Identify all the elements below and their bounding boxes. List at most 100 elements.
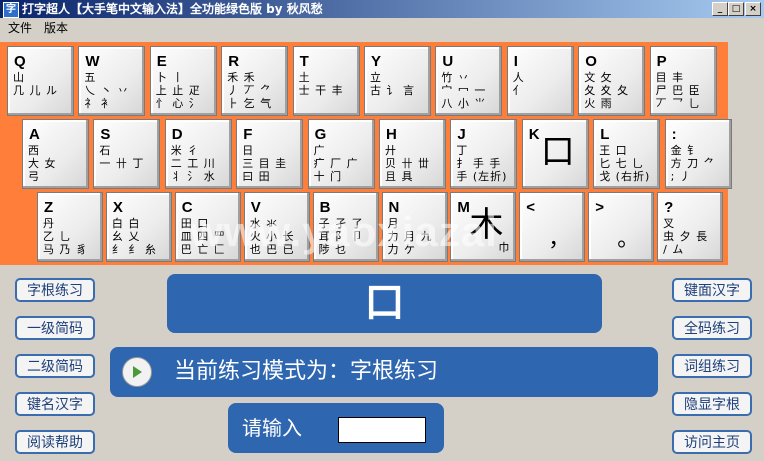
key-letter: O xyxy=(585,53,597,70)
key-row3-6[interactable]: M木巾 xyxy=(450,192,517,262)
key-letter: > xyxy=(595,199,604,216)
key-row1-3[interactable]: R禾 禾 丿 丆 ⺈ ⺊ 乞 气 xyxy=(221,46,289,116)
key-roots: 山 几 儿 ル xyxy=(13,71,58,97)
key-roots: 西 大 女 弓 xyxy=(28,144,57,183)
key-roots: 日 三 目 圭 曰 田 xyxy=(242,144,288,183)
key-roots: 目 丰 尸 巴 臣 丆 乛 ⺃ xyxy=(655,71,701,110)
key-row2-4[interactable]: G广 疒 厂 广 十 门 xyxy=(307,119,375,189)
key-row2-3[interactable]: F日 三 目 圭 曰 田 xyxy=(236,119,304,189)
right-button-0[interactable]: 键面汉字 xyxy=(672,278,752,302)
left-button-3[interactable]: 键名汉字 xyxy=(15,392,95,416)
key-letter: W xyxy=(85,53,100,70)
key-row1-8[interactable]: O文 攵 夂 夊 夂 火 雨 xyxy=(578,46,646,116)
mode-text: 当前练习模式为：字根练习 xyxy=(174,359,439,384)
key-roots: 田 口 皿 四 罒 巴 亡 匚 xyxy=(180,217,226,256)
key-roots: 人 亻 xyxy=(512,71,525,97)
key-letter: I xyxy=(513,53,518,70)
left-button-4[interactable]: 阅读帮助 xyxy=(15,430,95,454)
right-button-3[interactable]: 隐显字根 xyxy=(672,392,752,416)
close-button[interactable]: × xyxy=(745,2,761,16)
key-letter: Q xyxy=(14,53,26,70)
key-roots: 广 疒 厂 广 十 门 xyxy=(313,144,359,183)
key-row2-5[interactable]: H廾 贝 卄 丗 且 具 xyxy=(379,119,446,189)
key-letter: G xyxy=(314,126,327,143)
answer-input[interactable] xyxy=(338,417,426,443)
key-row3-7[interactable]: <， xyxy=(519,192,586,262)
key-letter: Z xyxy=(44,199,54,216)
key-roots: 月 力 月 九 力 ケ xyxy=(387,217,433,256)
app-icon: 字 xyxy=(3,2,19,18)
key-row3-9[interactable]: ? 叉 虫 夕 長 / ム xyxy=(657,192,724,262)
key-roots: 廾 贝 卄 丗 且 具 xyxy=(385,144,430,183)
keyboard-panel: Q山 几 儿 ルW五 乀 丶 丷 礻 衤E卜 丨 上 止 疋 忄 心 氵R禾 禾… xyxy=(0,42,732,265)
title-bar: 字 打字超人【大手笔中文输入法】全功能绿色版 by 秋风愁 _ □ × xyxy=(0,0,764,18)
key-roots: 竹 丷 宀 冖 一 八 小 ⺌ xyxy=(441,71,487,110)
key-letter: V xyxy=(250,199,261,216)
key-row2-1[interactable]: S石 一 卄 丁 xyxy=(93,119,161,189)
menu-file[interactable]: 文件 xyxy=(4,18,36,38)
key-letter: : xyxy=(671,126,677,143)
key-roots: 米 彳 二 工 川 丬 氵 水 xyxy=(170,144,216,183)
key-row3-0[interactable]: Z丹 乙 乚 马 乃 豸 xyxy=(37,192,103,262)
key-row1-2[interactable]: E卜 丨 上 止 疋 忄 心 氵 xyxy=(149,46,217,116)
menu-version[interactable]: 版本 xyxy=(40,18,72,38)
key-big-root: 口 xyxy=(540,132,575,172)
key-small-root: 巾 xyxy=(498,241,510,254)
key-letter: J xyxy=(457,126,466,143)
mode-panel: 当前练习模式为：字根练习 xyxy=(110,347,658,397)
key-row2-9[interactable]: :金 钅 方 刀 ⺈ ; 丿 xyxy=(664,119,732,189)
right-button-1[interactable]: 全码练习 xyxy=(672,316,752,340)
key-row1-4[interactable]: T土 士 干 丰 xyxy=(292,46,360,116)
key-roots: 立 古 讠 言 xyxy=(370,71,415,97)
key-row1-0[interactable]: Q山 几 儿 ル xyxy=(7,46,74,116)
key-row1-9[interactable]: P目 丰 尸 巴 臣 丆 乛 ⺃ xyxy=(649,46,717,116)
window-title: 打字超人【大手笔中文输入法】全功能绿色版 by 秋风愁 xyxy=(22,2,323,16)
key-row3-4[interactable]: B子 孑 了 耳 阝 卩 陟 乜 xyxy=(312,192,379,262)
key-row1-1[interactable]: W五 乀 丶 丷 礻 衤 xyxy=(78,46,146,116)
key-row3-2[interactable]: C田 口 皿 四 罒 巴 亡 匚 xyxy=(174,192,241,262)
key-letter: K xyxy=(528,126,540,143)
left-button-0[interactable]: 字根练习 xyxy=(15,278,95,302)
key-letter: B xyxy=(319,199,331,216)
key-row2-6[interactable]: J丁 扌 手 手 手 (左折) xyxy=(450,119,518,189)
key-letter: M xyxy=(457,199,470,216)
key-roots: 石 一 卄 丁 xyxy=(99,144,145,170)
key-roots: 丹 乙 乚 马 乃 豸 xyxy=(43,217,88,256)
key-row2-7[interactable]: K口 xyxy=(521,119,589,189)
key-roots: 金 钅 方 刀 ⺈ ; 丿 xyxy=(670,144,716,183)
play-icon[interactable] xyxy=(122,357,152,387)
key-letter: L xyxy=(600,126,610,143)
key-row3-1[interactable]: X白 白 幺 乂 纟 纟 糸 xyxy=(105,192,172,262)
input-label: 请输入 xyxy=(242,416,302,440)
key-row1-5[interactable]: Y立 古 讠 言 xyxy=(364,46,431,116)
key-roots: 王 口 匕 七 乚 戈 (右折) xyxy=(599,144,651,183)
key-row2-0[interactable]: A西 大 女 弓 xyxy=(22,119,89,189)
input-panel: 请输入 xyxy=(228,403,444,453)
key-roots: 丁 扌 手 手 手 (左折) xyxy=(456,144,508,183)
key-roots: 白 白 幺 乂 纟 纟 糸 xyxy=(111,217,157,256)
key-roots: 叉 虫 夕 長 / ム xyxy=(663,217,709,256)
key-row3-3[interactable]: V水 氺 火 小 长 也 巴 已 xyxy=(243,192,310,262)
minimize-button[interactable]: _ xyxy=(712,2,728,16)
right-button-2[interactable]: 词组练习 xyxy=(672,354,752,378)
key-letter: X xyxy=(112,199,123,216)
key-letter: S xyxy=(100,126,111,143)
key-roots: 卜 丨 上 止 疋 忄 心 氵 xyxy=(155,71,201,110)
key-punctuation: ， xyxy=(548,227,571,252)
key-letter: P xyxy=(656,53,667,70)
key-row2-2[interactable]: D米 彳 二 工 川 丬 氵 水 xyxy=(164,119,232,189)
left-button-2[interactable]: 二级简码 xyxy=(15,354,95,378)
key-row1-6[interactable]: U竹 丷 宀 冖 一 八 小 ⺌ xyxy=(435,46,503,116)
key-row3-5[interactable]: N月 力 月 九 力 ケ xyxy=(381,192,448,262)
right-button-4[interactable]: 访问主页 xyxy=(672,430,752,454)
maximize-button[interactable]: □ xyxy=(728,2,744,16)
key-letter: Y xyxy=(371,53,382,70)
key-letter: N xyxy=(388,199,400,216)
key-row1-7[interactable]: I人 亻 xyxy=(506,46,574,116)
key-roots: 禾 禾 丿 丆 ⺈ ⺊ 乞 气 xyxy=(227,71,273,110)
key-row2-8[interactable]: L王 口 匕 七 乚 戈 (右折) xyxy=(593,119,661,189)
key-letter: R xyxy=(228,53,240,70)
key-row3-8[interactable]: >。 xyxy=(588,192,655,262)
left-button-1[interactable]: 一级简码 xyxy=(15,316,95,340)
key-letter: T xyxy=(299,53,309,70)
